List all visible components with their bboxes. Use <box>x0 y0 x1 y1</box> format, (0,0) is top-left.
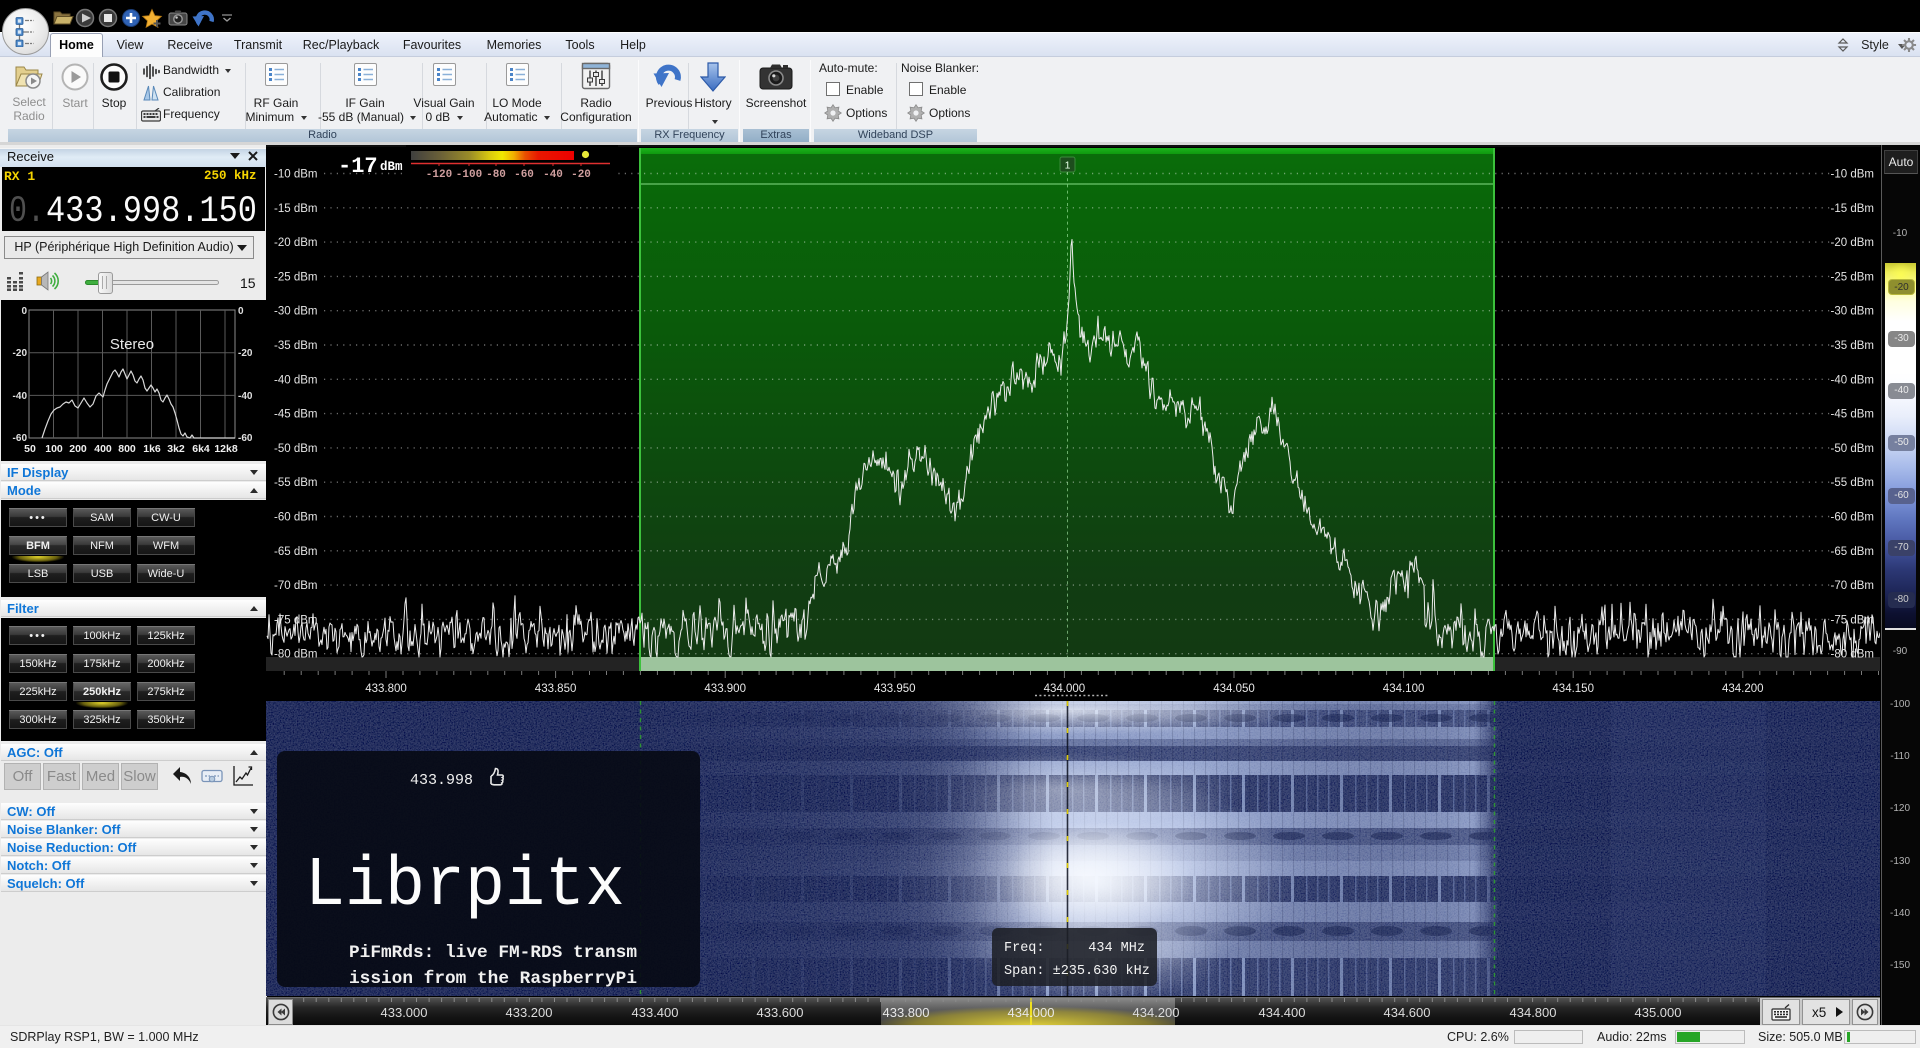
svg-text:dBm: dBm <box>380 160 403 174</box>
svg-text:-20: -20 <box>238 348 253 359</box>
svg-text:433.400: 433.400 <box>632 1005 679 1020</box>
svg-text:3k2: 3k2 <box>167 443 185 455</box>
svg-text:-55 dBm: -55 dBm <box>274 477 317 489</box>
svg-text:433.998.150: 433.998.150 <box>46 191 257 230</box>
svg-text:-80 dBm: -80 dBm <box>274 649 317 661</box>
svg-text:6k4: 6k4 <box>192 443 210 455</box>
svg-text:12k8: 12k8 <box>214 443 238 455</box>
svg-text:435.000: 435.000 <box>1635 1005 1682 1020</box>
svg-text:Span: ±235.630 kHz: Span: ±235.630 kHz <box>1004 964 1150 979</box>
svg-text:-50 dBm: -50 dBm <box>274 443 317 455</box>
svg-text:-70 dBm: -70 dBm <box>274 580 317 592</box>
svg-text:-70 dBm: -70 dBm <box>1831 580 1874 592</box>
svg-text:-45 dBm: -45 dBm <box>274 409 317 421</box>
svg-text:50: 50 <box>24 443 36 455</box>
svg-text:-45 dBm: -45 dBm <box>1831 409 1874 421</box>
svg-text:-25 dBm: -25 dBm <box>274 271 317 283</box>
svg-text:-20: -20 <box>571 169 591 181</box>
svg-text:-60: -60 <box>514 169 534 181</box>
svg-text:-30 dBm: -30 dBm <box>274 306 317 318</box>
svg-text:Stereo: Stereo <box>110 336 154 353</box>
svg-text:ission from the RaspberryPi: ission from the RaspberryPi <box>349 969 637 989</box>
svg-text:-40 dBm: -40 dBm <box>1831 374 1874 386</box>
svg-text:434.000: 434.000 <box>1044 683 1086 695</box>
svg-text:1: 1 <box>1065 160 1071 172</box>
svg-text:433.600: 433.600 <box>757 1005 804 1020</box>
svg-text:434.400: 434.400 <box>1259 1005 1306 1020</box>
svg-text:-20 dBm: -20 dBm <box>1831 237 1874 249</box>
svg-text:0: 0 <box>21 306 27 317</box>
svg-text:-10 dBm: -10 dBm <box>274 169 317 181</box>
svg-text:-120: -120 <box>426 169 452 181</box>
svg-text:434.200: 434.200 <box>1722 683 1764 695</box>
svg-text:-40: -40 <box>543 169 563 181</box>
svg-text:800: 800 <box>118 443 136 455</box>
svg-text:100: 100 <box>45 443 63 455</box>
svg-text:PiFmRds: live FM-RDS transm: PiFmRds: live FM-RDS transm <box>349 943 637 963</box>
svg-text:434.800: 434.800 <box>1510 1005 1557 1020</box>
svg-text:-65 dBm: -65 dBm <box>1831 546 1874 558</box>
svg-text:1k6: 1k6 <box>143 443 161 455</box>
svg-text:-20 dBm: -20 dBm <box>274 237 317 249</box>
svg-text:-80: -80 <box>486 169 506 181</box>
svg-text:433.800: 433.800 <box>365 683 407 695</box>
svg-text:-40 dBm: -40 dBm <box>274 374 317 386</box>
svg-text:433.900: 433.900 <box>704 683 746 695</box>
svg-text:0.: 0. <box>9 191 45 230</box>
svg-text:434.150: 434.150 <box>1552 683 1594 695</box>
svg-text:-10 dBm: -10 dBm <box>1831 169 1874 181</box>
svg-text:433.998: 433.998 <box>410 772 473 789</box>
svg-text:434.050: 434.050 <box>1213 683 1255 695</box>
svg-text:-17: -17 <box>338 154 378 179</box>
svg-text:-50 dBm: -50 dBm <box>1831 443 1874 455</box>
svg-text:434.100: 434.100 <box>1383 683 1425 695</box>
svg-text:-35 dBm: -35 dBm <box>274 340 317 352</box>
svg-text:-35 dBm: -35 dBm <box>1831 340 1874 352</box>
svg-text:-55 dBm: -55 dBm <box>1831 477 1874 489</box>
svg-text:-40: -40 <box>13 391 28 402</box>
svg-text:-15 dBm: -15 dBm <box>1831 203 1874 215</box>
svg-text:433.800: 433.800 <box>883 1005 930 1020</box>
svg-text:Freq:: Freq: <box>1004 941 1045 956</box>
svg-text:-30 dBm: -30 dBm <box>1831 306 1874 318</box>
svg-text:0: 0 <box>238 306 244 317</box>
svg-text:-60: -60 <box>238 433 253 444</box>
svg-text:-15 dBm: -15 dBm <box>274 203 317 215</box>
svg-text:-100: -100 <box>456 169 482 181</box>
svg-text:434.000: 434.000 <box>1008 1005 1055 1020</box>
svg-text:434.600: 434.600 <box>1384 1005 1431 1020</box>
svg-text:433.850: 433.850 <box>535 683 577 695</box>
svg-text:-60 dBm: -60 dBm <box>274 512 317 524</box>
svg-text:-20: -20 <box>13 348 28 359</box>
svg-text:433.000: 433.000 <box>381 1005 428 1020</box>
svg-text:Librpitx: Librpitx <box>305 847 625 926</box>
svg-text:433.950: 433.950 <box>874 683 916 695</box>
svg-text:433.200: 433.200 <box>506 1005 553 1020</box>
svg-text:200: 200 <box>69 443 87 455</box>
svg-text:-65 dBm: -65 dBm <box>274 546 317 558</box>
svg-text:-25 dBm: -25 dBm <box>1831 271 1874 283</box>
svg-text:-40: -40 <box>238 391 253 402</box>
svg-text:434.200: 434.200 <box>1133 1005 1180 1020</box>
svg-text:400: 400 <box>94 443 112 455</box>
svg-text:-60 dBm: -60 dBm <box>1831 512 1874 524</box>
svg-text:434 MHz: 434 MHz <box>1088 941 1145 956</box>
